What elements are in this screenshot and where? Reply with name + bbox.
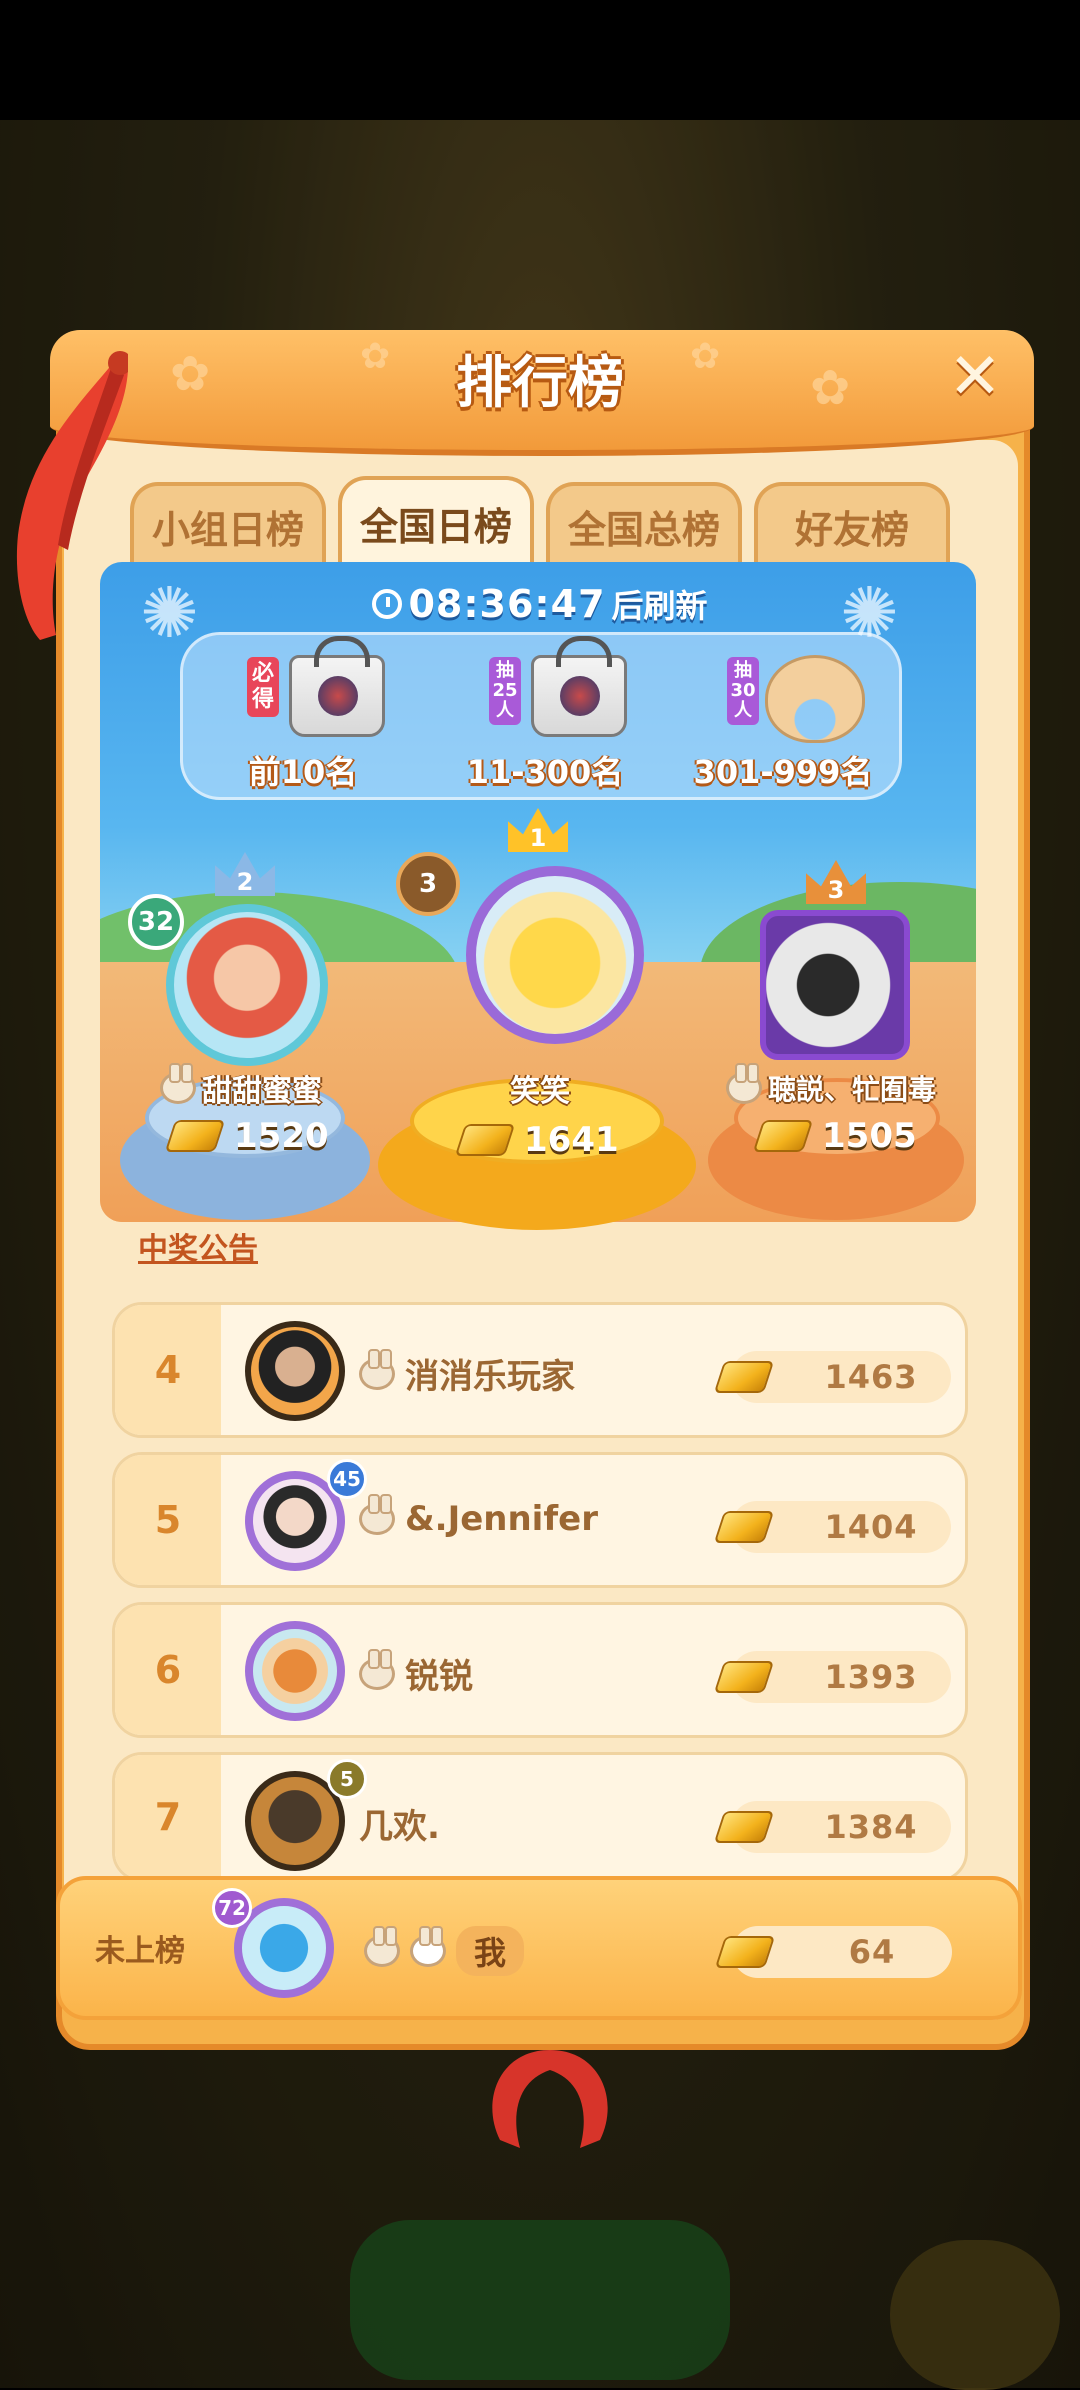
status-bar [0,0,1080,120]
player-name: 消消乐玩家 [359,1348,575,1398]
level-badge: 5 [327,1759,367,1799]
close-button[interactable]: ✕ [940,340,1010,414]
level-badge: 72 [212,1888,252,1928]
level-badge: 32 [128,894,184,950]
rank-number: 7 [115,1755,221,1879]
page-title: 排行榜 [456,351,624,416]
gold-bar-icon [713,1511,775,1543]
prize-label: 301-999名 [693,753,873,791]
list-item[interactable]: 5 45 &.Jennifer 1404 [112,1452,968,1588]
avatar [245,1321,345,1421]
rabbit-icon [359,1494,395,1535]
player-score: 1520 [164,1116,329,1156]
player-score: 1505 [752,1116,917,1156]
prize-badge: 必得 [247,657,279,717]
tote-bag-icon [531,636,627,737]
leaderboard-tabs: 小组日榜 全国日榜 全国总榜 好友榜 [130,476,950,566]
rabbit-icon [726,1063,762,1104]
list-item[interactable]: 7 5 几欢. 1384 [112,1752,968,1882]
player-name: 几欢. [359,1807,440,1847]
player-name: 我 [364,1926,525,1976]
avatar [760,910,910,1060]
gold-bar-icon [714,1936,776,1968]
rank-number: 5 [115,1455,221,1585]
player-score: 1463 [713,1351,951,1403]
player-name: 笑笑 [510,1074,570,1109]
player-score: 1393 [713,1651,951,1703]
rank-status: 未上榜 [95,1934,185,1969]
prize-panel: 必得 前10名 抽25人 11-300名 抽30人 301-999名 [180,632,902,800]
avatar [166,904,328,1066]
firework-decoration-icon: ✺ [140,572,199,654]
tab-group-daily[interactable]: 小组日榜 [130,482,326,566]
avatar [245,1621,345,1721]
tab-national-total[interactable]: 全国总榜 [546,482,742,566]
gold-bar-icon [713,1661,775,1693]
level-badge: 3 [396,852,460,916]
prize-tier-3[interactable]: 抽30人 301-999名 [683,635,883,803]
player-score: 1384 [713,1801,951,1853]
prize-tier-1[interactable]: 必得 前10名 [203,635,403,803]
player-score: 64 [714,1926,952,1978]
neck-pillow-icon [765,655,865,743]
list-item[interactable]: 4 消消乐玩家 1463 [112,1302,968,1438]
gold-bar-icon [752,1120,814,1152]
prize-label: 前10名 [248,753,358,791]
timer-value: 08:36:47 [408,582,606,626]
rank-number: 6 [115,1605,221,1735]
gold-bar-icon [454,1124,516,1156]
winner-announcement-link[interactable]: 中奖公告 [138,1224,258,1268]
my-rank-row[interactable]: 未上榜 72 我 64 [56,1876,1022,2020]
player-name: &.Jennifer [359,1494,598,1539]
player-name: 聴説、牤囿毒 [726,1063,962,1108]
prize-badge: 抽25人 [489,657,521,725]
refresh-timer: 08:36:47 后刷新 [240,576,840,632]
ribbon-decoration-icon [492,2050,608,2148]
close-icon: ✕ [948,340,1002,414]
player-name: 锐锐 [359,1648,473,1698]
player-score: 1641 [454,1120,619,1160]
rank-number: 4 [115,1305,221,1435]
tote-bag-icon [289,636,385,737]
tab-friends[interactable]: 好友榜 [754,482,950,566]
gold-bar-icon [164,1120,226,1152]
rabbit-icon [160,1063,196,1104]
flower-decoration-icon: ✿ [810,360,851,416]
clock-icon [372,589,403,619]
prize-tier-2[interactable]: 抽25人 11-300名 [445,635,645,803]
flower-decoration-icon: ✿ [690,336,721,377]
player-name: 甜甜蜜蜜 [160,1063,360,1110]
rabbit-icon [359,1348,395,1390]
rabbit-icon [359,1648,395,1690]
level-badge: 45 [327,1459,367,1499]
prize-label: 11-300名 [466,753,624,791]
flower-decoration-icon: ✿ [360,336,391,377]
flower-decoration-icon: ✿ [170,346,211,402]
player-score: 1404 [713,1501,951,1553]
rabbit-icon [364,1926,400,1967]
timer-suffix: 后刷新 [611,587,708,625]
list-item[interactable]: 6 锐锐 1393 [112,1602,968,1738]
avatar [466,866,644,1044]
prize-badge: 抽30人 [727,657,759,725]
gold-bar-icon [713,1361,775,1393]
gold-bar-icon [713,1811,775,1843]
rabbit-icon [410,1926,446,1967]
tab-national-daily[interactable]: 全国日榜 [338,476,534,566]
